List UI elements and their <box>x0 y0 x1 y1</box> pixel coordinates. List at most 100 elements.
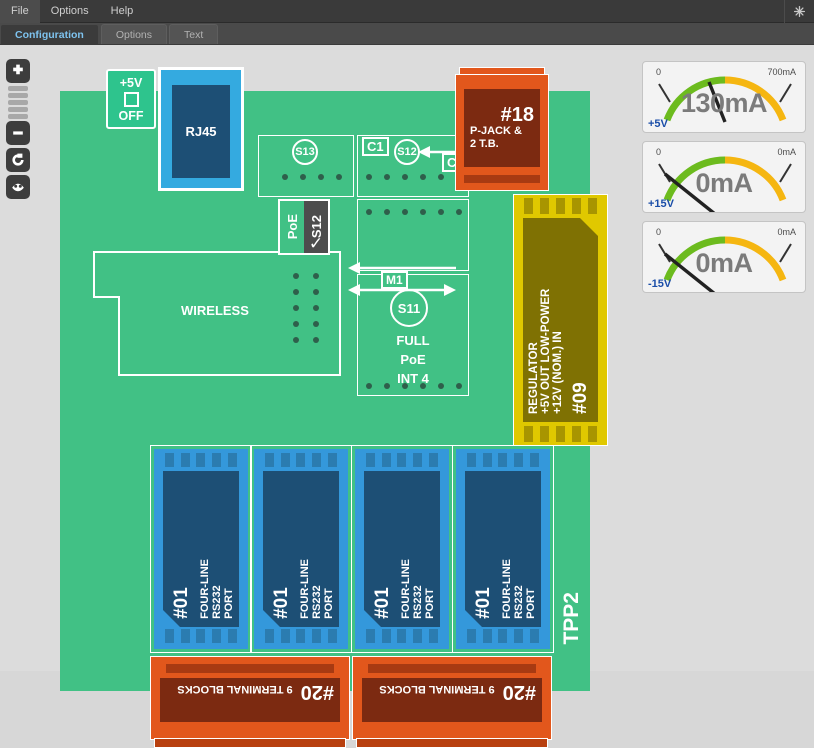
pin-tooth <box>413 453 423 467</box>
view-button[interactable] <box>6 175 30 199</box>
pin-dot <box>402 174 408 180</box>
pin-tooth <box>366 629 376 643</box>
module-01-a[interactable]: #01 FOUR-LINE RS232 PORT <box>150 445 252 653</box>
module-01-b-desc-3: PORT <box>323 588 335 619</box>
rotate-button[interactable] <box>6 148 30 172</box>
wireless-outline-edge <box>118 374 341 376</box>
pin-dot <box>282 174 288 180</box>
module-09-bottom-pins <box>521 426 600 442</box>
module-18-bottom-cap <box>464 175 540 183</box>
module-18[interactable]: #18 P-JACK & 2 T.B. <box>455 67 549 191</box>
rj45-label: RJ45 <box>185 124 217 139</box>
menu-help[interactable]: Help <box>100 0 145 23</box>
board-name-label: TPP2 <box>560 592 583 645</box>
module-09-desc-1: +12V (NOM.) IN <box>552 331 564 414</box>
poe-toggle-on-half[interactable]: S12 ✓ <box>304 201 328 253</box>
module-01-a-face: #01 FOUR-LINE RS232 PORT <box>163 471 239 627</box>
pin-dot <box>420 383 426 389</box>
pin-tooth <box>587 426 597 442</box>
gauge-15v-max-label: 0mA <box>777 147 796 157</box>
pin-dot <box>313 337 319 343</box>
pin-tooth <box>327 453 337 467</box>
module-01-d-number: #01 <box>473 587 494 619</box>
pin-tooth <box>555 198 565 214</box>
module-01-d-desc-1: FOUR-LINE <box>501 559 513 619</box>
pin-dot <box>336 174 342 180</box>
pin-dot <box>293 321 299 327</box>
pin-tooth <box>212 629 222 643</box>
pin-dot <box>366 174 372 180</box>
module-20-b-desc-1: 9 TERMINAL BLOCKS <box>379 683 495 695</box>
pin-tooth <box>524 198 534 214</box>
gauge-15v-rail-label: +15V <box>648 198 674 210</box>
pin-tooth <box>397 453 407 467</box>
pin-tooth <box>165 629 175 643</box>
wireless-outline-edge <box>93 296 119 298</box>
module-01-d[interactable]: #01 FOUR-LINE RS232 PORT <box>452 445 554 653</box>
gauge-5v-max-label: 700mA <box>767 67 796 77</box>
power-switch-5v[interactable]: +5V OFF <box>106 69 156 129</box>
tab-text[interactable]: Text <box>169 24 219 44</box>
module-09-desc-2: +5V OUT LOW-POWER <box>540 288 552 414</box>
pin-dot <box>438 174 444 180</box>
gauge-5v-min-label: 0 <box>656 67 662 77</box>
module-18-desc-2: 2 T.B. <box>470 138 499 150</box>
pin-dot <box>384 383 390 389</box>
module-20-a-number: #20 <box>300 681 334 703</box>
zoom-level-step-1[interactable] <box>8 86 28 91</box>
zoom-out-button[interactable] <box>6 121 30 145</box>
pin-dot <box>402 383 408 389</box>
module-20-b[interactable]: #20 9 TERMINAL BLOCKS <box>352 656 552 748</box>
wireless-label: WIRELESS <box>181 303 249 318</box>
menu-bar: File Options Help <box>0 0 814 23</box>
poe-s12-toggle[interactable]: PoE S12 ✓ <box>278 199 330 255</box>
pin-tooth <box>482 629 492 643</box>
module-01-a-number: #01 <box>171 587 192 619</box>
note-poe: PoE <box>400 352 426 367</box>
module-01-c[interactable]: #01 FOUR-LINE RS232 PORT <box>351 445 453 653</box>
pin-dot <box>438 209 444 215</box>
pin-row-mid <box>366 209 462 215</box>
pin-tooth <box>498 629 508 643</box>
pin-tooth <box>467 453 477 467</box>
module-01-b[interactable]: #01 FOUR-LINE RS232 PORT <box>250 445 352 653</box>
menu-file[interactable]: File <box>0 0 40 23</box>
zoom-level-step-3[interactable] <box>8 100 28 105</box>
pin-tooth <box>296 629 306 643</box>
poe-toggle-off-half[interactable]: PoE <box>280 201 304 253</box>
zoom-level-step-5[interactable] <box>8 114 28 119</box>
rj45-connector[interactable]: RJ45 <box>158 67 244 191</box>
power-switch-checkbox[interactable] <box>123 91 139 107</box>
pin-dot <box>402 209 408 215</box>
slot-s11-notes: FULL PoE INT 4 <box>357 331 469 388</box>
gauge-5v: 0 700mA 130mA +5V <box>642 61 806 133</box>
module-09[interactable]: #09 +12V (NOM.) IN +5V OUT LOW-POWER REG… <box>513 194 608 446</box>
pin-tooth <box>366 453 376 467</box>
board-canvas[interactable]: +5V OFF RJ45 S13 C1 S12 C2 <box>60 67 608 748</box>
zoom-level-step-4[interactable] <box>8 107 28 112</box>
wireless-zone[interactable]: WIRELESS <box>93 251 341 376</box>
gauge-15v: 0 0mA 0mA +15V <box>642 141 806 213</box>
module-20-a-top-cap <box>166 664 334 673</box>
pin-tooth <box>312 453 322 467</box>
zoom-in-button[interactable] <box>6 59 30 83</box>
pin-tooth <box>571 426 581 442</box>
pin-tooth <box>540 426 550 442</box>
pin-tooth <box>381 629 391 643</box>
pin-dot <box>384 174 390 180</box>
module-20-a[interactable]: #20 9 TERMINAL BLOCKS <box>150 656 350 748</box>
gauge-minus-15v-min-label: 0 <box>656 227 662 237</box>
module-01-d-bottom-pins <box>464 629 542 645</box>
gauge-15v-min-label: 0 <box>656 147 662 157</box>
menu-options[interactable]: Options <box>40 0 100 23</box>
pin-tooth <box>555 426 565 442</box>
pin-tooth <box>482 453 492 467</box>
pin-dot <box>293 289 299 295</box>
pin-tooth <box>227 453 237 467</box>
tab-options[interactable]: Options <box>100 24 168 44</box>
settings-button[interactable] <box>784 0 814 23</box>
zoom-level-step-2[interactable] <box>8 93 28 98</box>
module-20-a-desc-1: 9 TERMINAL BLOCKS <box>177 683 293 695</box>
asterisk-icon <box>793 5 806 17</box>
tab-configuration[interactable]: Configuration <box>0 24 99 44</box>
